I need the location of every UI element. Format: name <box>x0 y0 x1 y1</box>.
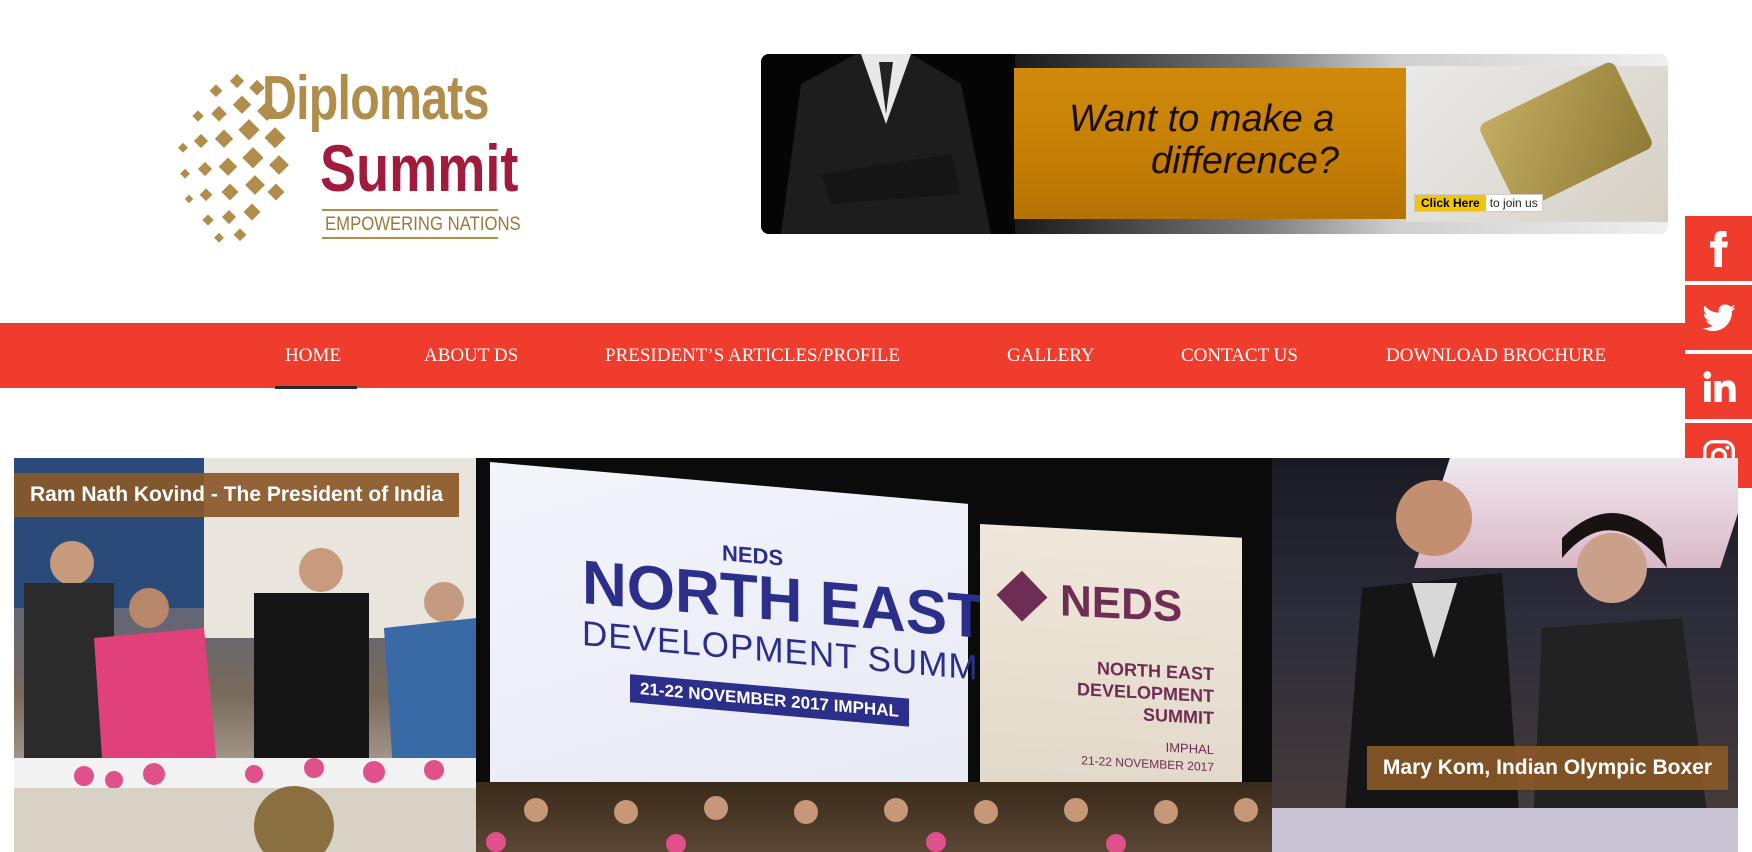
president-photo <box>14 458 476 852</box>
nav-gallery[interactable]: GALLERY <box>1007 323 1095 388</box>
left-slide-caption: Ram Nath Kovind - The President of India <box>14 473 460 517</box>
click-here-button[interactable]: Click Here <box>1415 195 1486 211</box>
facebook-icon <box>1709 230 1728 267</box>
facebook-button[interactable] <box>1685 216 1752 285</box>
membership-card-image: Click Here to join us <box>1406 59 1668 222</box>
banner-cta[interactable]: Click Here to join us <box>1414 194 1543 212</box>
linkedin-icon <box>1702 370 1736 402</box>
right-slide-caption: Mary Kom, Indian Olympic Boxer <box>1366 746 1728 790</box>
slide-mary-kom: Mary Kom, Indian Olympic Boxer <box>1272 458 1738 852</box>
poster-brand: NEDS <box>1060 576 1183 632</box>
nav-contact[interactable]: CONTACT US <box>1181 323 1298 388</box>
screen-date: 21-22 NOVEMBER 2017 IMPHAL <box>630 674 909 727</box>
poster-line: 21-22 NOVEMBER 2017 <box>1081 753 1214 775</box>
membership-card <box>1477 59 1655 213</box>
logo-title-diplomats: Diplomats <box>262 64 490 133</box>
poster-line: SUMMIT <box>1143 704 1214 729</box>
main-nav: HOME ABOUT DS PRESIDENT’S ARTICLES/PROFI… <box>0 323 1685 388</box>
neds-diamond-icon <box>996 570 1048 622</box>
mary-kom-photo <box>1272 480 1738 852</box>
slide-neds-summit: NEDS NORTH EAST DEVELOPMENT SUMMIT 21-22… <box>476 458 1287 852</box>
banner-headline-line1: Want to make a <box>1069 98 1335 140</box>
poster-line: IMPHAL <box>1165 739 1214 758</box>
led-screen: NEDS NORTH EAST DEVELOPMENT SUMMIT 21-22… <box>490 462 1012 834</box>
photo-slider[interactable]: Ram Nath Kovind - The President of India… <box>14 458 1738 852</box>
businessman-image <box>781 54 991 234</box>
audience-row <box>476 782 1287 852</box>
banner-suit-image <box>761 54 1015 234</box>
audience-image <box>486 796 1258 852</box>
nav-active-indicator <box>275 386 357 389</box>
neds-poster: NEDS NORTH EAST DEVELOPMENT SUMMIT IMPHA… <box>980 524 1242 824</box>
logo-rule <box>322 237 498 239</box>
nav-presidents-articles[interactable]: PRESIDENT’S ARTICLES/PROFILE <box>605 323 900 388</box>
site-logo[interactable]: Diplomats Summit EMPOWERING NATIONS <box>172 64 521 256</box>
slide-president: Ram Nath Kovind - The President of India <box>14 458 476 852</box>
twitter-button[interactable] <box>1685 285 1752 354</box>
logo-rule <box>322 209 498 211</box>
linkedin-button[interactable] <box>1685 354 1752 423</box>
nav-about[interactable]: ABOUT DS <box>424 323 518 388</box>
logo-title-summit: Summit <box>320 131 519 205</box>
banner-headline-panel: Want to make a difference? <box>1014 68 1406 219</box>
social-sidebar <box>1685 216 1752 492</box>
logo-tagline: EMPOWERING NATIONS <box>325 214 521 235</box>
nav-home[interactable]: HOME <box>285 323 341 388</box>
join-us-banner[interactable]: Want to make a difference? Click Here to… <box>761 54 1668 234</box>
banner-headline-line2: difference? <box>1151 140 1340 182</box>
cta-text: to join us <box>1489 196 1538 210</box>
twitter-icon <box>1702 303 1735 331</box>
nav-download-brochure[interactable]: DOWNLOAD BROCHURE <box>1386 323 1606 388</box>
